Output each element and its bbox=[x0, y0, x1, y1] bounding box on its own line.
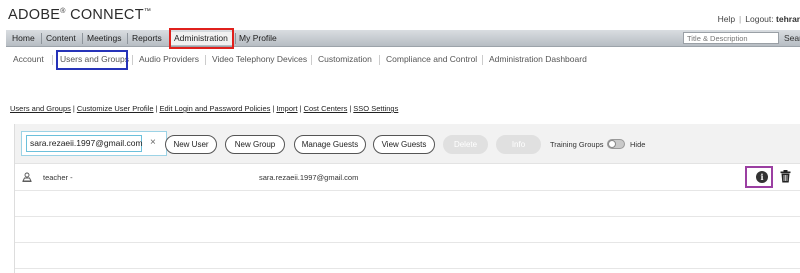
user-icon bbox=[22, 172, 32, 182]
toolbar: sara.rezaeii.1997@gmail.com × New User N… bbox=[15, 124, 800, 164]
nav-home[interactable]: Home bbox=[12, 32, 35, 45]
table-row-empty bbox=[15, 191, 800, 217]
main-nav-bar: Home Content Meetings Reports Administra… bbox=[6, 30, 800, 47]
logo-word-connect: CONNECT bbox=[65, 7, 144, 23]
clear-filter-icon[interactable]: × bbox=[150, 137, 156, 148]
row-user-name[interactable]: teacher - bbox=[43, 173, 73, 182]
search-button[interactable]: Search bbox=[784, 32, 800, 45]
trash-icon[interactable] bbox=[780, 170, 791, 183]
subnav-video-telephony-devices[interactable]: Video Telephony Devices bbox=[212, 54, 307, 64]
nav-my-profile[interactable]: My Profile bbox=[239, 32, 277, 45]
adobe-connect-logo: ADOBE® CONNECT™ bbox=[8, 7, 151, 23]
users-panel: sara.rezaeii.1997@gmail.com × New User N… bbox=[14, 124, 800, 273]
nav-reports[interactable]: Reports bbox=[132, 32, 162, 45]
filter-input[interactable]: sara.rezaeii.1997@gmail.com bbox=[26, 135, 143, 152]
help-link[interactable]: Help bbox=[718, 14, 735, 24]
top-links: Help | Logout: tehran bbox=[717, 14, 800, 24]
delete-button[interactable]: Delete bbox=[443, 135, 488, 154]
training-groups-label: Training Groups bbox=[550, 140, 604, 149]
logout-link[interactable]: Logout: bbox=[745, 14, 773, 24]
tab-sso-settings[interactable]: SSO Settings bbox=[353, 104, 398, 113]
tab-customize-user-profile[interactable]: Customize User Profile bbox=[77, 104, 154, 113]
current-user: tehran bbox=[776, 14, 800, 24]
new-user-button[interactable]: New User bbox=[165, 135, 217, 154]
highlight-users-and-groups bbox=[56, 50, 128, 70]
subnav-account[interactable]: Account bbox=[13, 54, 44, 64]
table-row[interactable]: teacher - sara.rezaeii.1997@gmail.com i bbox=[15, 165, 800, 191]
subnav-compliance-and-control[interactable]: Compliance and Control bbox=[386, 54, 477, 64]
row-user-email: sara.rezaeii.1997@gmail.com bbox=[259, 173, 359, 182]
filter-box: sara.rezaeii.1997@gmail.com × bbox=[21, 131, 167, 156]
highlight-administration bbox=[169, 28, 234, 49]
tab-users-and-groups[interactable]: Users and Groups bbox=[10, 104, 71, 113]
tab-cost-centers[interactable]: Cost Centers bbox=[304, 104, 348, 113]
section-tabs: Users and Groups | Customize User Profile |… bbox=[10, 104, 399, 113]
table-row-empty bbox=[15, 217, 800, 243]
tab-import[interactable]: Import bbox=[276, 104, 297, 113]
logo-word-adobe: ADOBE bbox=[8, 7, 61, 23]
logo-registered-mark: ® bbox=[60, 8, 66, 15]
training-groups-toggle[interactable] bbox=[607, 139, 625, 149]
manage-guests-button[interactable]: Manage Guests bbox=[294, 135, 366, 154]
logo-trademark: ™ bbox=[143, 8, 152, 15]
nav-content[interactable]: Content bbox=[46, 32, 76, 45]
highlight-info-icon bbox=[745, 166, 773, 188]
subnav-administration-dashboard[interactable]: Administration Dashboard bbox=[489, 54, 587, 64]
new-group-button[interactable]: New Group bbox=[225, 135, 285, 154]
search-input[interactable] bbox=[683, 32, 779, 44]
info-button[interactable]: Info bbox=[496, 135, 541, 154]
view-guests-button[interactable]: View Guests bbox=[373, 135, 435, 154]
nav-meetings[interactable]: Meetings bbox=[87, 32, 122, 45]
subnav-audio-providers[interactable]: Audio Providers bbox=[139, 54, 199, 64]
subnav-customization[interactable]: Customization bbox=[318, 54, 372, 64]
table-row-empty bbox=[15, 243, 800, 269]
tab-edit-login-password-policies[interactable]: Edit Login and Password Policies bbox=[159, 104, 270, 113]
hide-label: Hide bbox=[630, 140, 646, 149]
